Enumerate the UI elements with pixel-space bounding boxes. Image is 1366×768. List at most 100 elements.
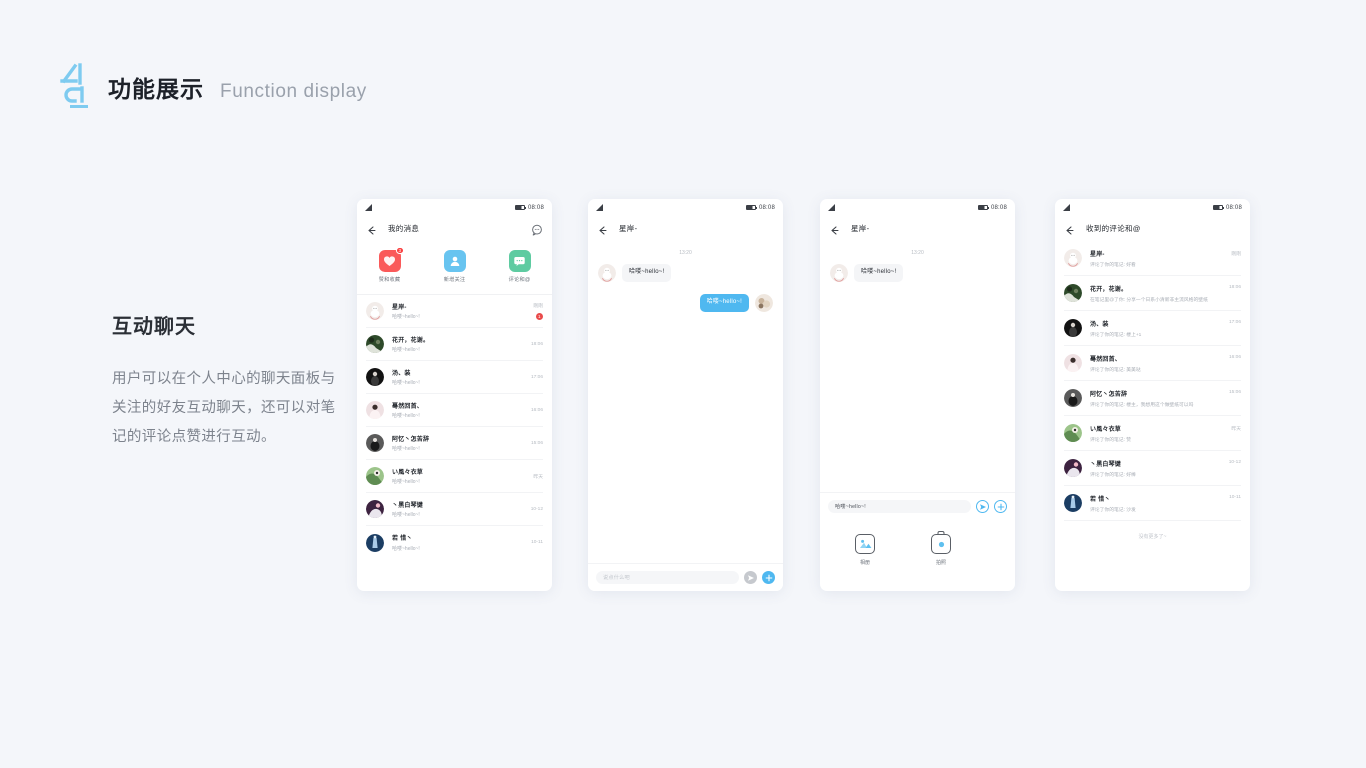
comment-text: 评论了你的笔记: 美美哒: [1090, 368, 1141, 373]
entry-icon-row: 3 赞和收藏 新增关注 评论和@: [357, 241, 552, 294]
comment-text: 在笔记里@了你: 分享一个日系小清新非主流风格的壁纸: [1090, 298, 1208, 303]
contact-name: 花开，花谢。: [392, 337, 430, 344]
list-item[interactable]: い風々衣草 评论了你的笔记: 赞 昨天: [1064, 416, 1241, 451]
list-item[interactable]: 花开，花谢。 在笔记里@了你: 分享一个日系小清新非主流风格的壁纸 18:06: [1064, 276, 1241, 311]
list-item[interactable]: 蓦然回首、 评论了你的笔记: 美美哒 16:06: [1064, 346, 1241, 381]
list-item[interactable]: 阿忆丶怎苦辞 哈喽~hello~! 15:06: [366, 427, 543, 460]
feature-title: 互动聊天: [112, 316, 196, 338]
list-item[interactable]: 星岸- 哈喽~hello~! 刚刚 1: [366, 295, 543, 328]
back-arrow-icon[interactable]: [366, 223, 377, 235]
contact-preview: 哈喽~hello~!: [392, 479, 420, 486]
list-item[interactable]: 若 惜丶 评论了你的笔记: 沙发 10-11: [1064, 486, 1241, 521]
commenter-name: 花开，花谢。: [1090, 287, 1128, 293]
chat-message-incoming: 哈喽~hello~!: [820, 264, 1015, 282]
avatar: [1064, 249, 1082, 267]
comment-text: 评论了你的笔记: 楼上+1: [1090, 333, 1142, 338]
entry-label: 评论和@: [508, 277, 531, 283]
attach-label: 相册: [859, 560, 870, 566]
person-icon: [443, 250, 466, 272]
signal-icon: [365, 204, 373, 211]
plus-icon[interactable]: [994, 500, 1007, 513]
nav-bar: 星岸-: [588, 216, 783, 241]
avatar: [1064, 494, 1082, 512]
nav-bar: 星岸-: [820, 216, 1015, 241]
page-subtitle: Function display: [220, 81, 367, 102]
list-item[interactable]: 星岸- 评论了你的笔记: 好看 刚刚: [1064, 241, 1241, 276]
no-more-label: 没有更多了~: [1138, 534, 1167, 540]
avatar: [366, 467, 384, 485]
battery-icon: [745, 205, 757, 210]
chat-input[interactable]: 说点什么吧: [596, 571, 739, 584]
list-item[interactable]: 丶黑白琴键 哈喽~hello~! 10-12: [366, 493, 543, 526]
list-item[interactable]: 蓦然回首、 哈喽~hello~! 16:06: [366, 394, 543, 427]
avatar: [366, 533, 384, 552]
avatar: [1064, 284, 1082, 302]
list-item[interactable]: 阿忆丶怎苦辞 评论了你的笔记: 楼主，我想用这个做壁纸可以吗 15:06: [1064, 381, 1241, 416]
entry-comments[interactable]: 评论和@: [487, 250, 552, 283]
list-item[interactable]: 汤、装 哈喽~hello~! 17:06: [366, 361, 543, 394]
list-item[interactable]: 花开，花谢。 哈喽~hello~! 18:06: [366, 328, 543, 361]
contact-preview: 哈喽~hello~!: [392, 347, 420, 354]
avatar: [1064, 389, 1082, 407]
chat-timestamp: 13:20: [679, 250, 692, 256]
heart-icon: 3: [378, 247, 404, 272]
message-time: 刚刚: [533, 304, 543, 309]
send-icon[interactable]: [976, 500, 989, 513]
signal-icon: [1063, 204, 1071, 211]
contact-name: 丶黑白琴键: [392, 502, 424, 509]
chat-input[interactable]: 哈喽~hello~!: [828, 500, 971, 513]
avatar: [1064, 354, 1082, 372]
back-arrow-icon[interactable]: [829, 223, 840, 235]
nav-title: 我的消息: [388, 224, 420, 233]
message-time: 昨天: [533, 474, 543, 480]
smiley-chat-icon[interactable]: [531, 223, 543, 235]
status-time: 08:08: [527, 204, 544, 211]
message-time: 16:06: [530, 407, 543, 413]
plus-icon[interactable]: [762, 571, 775, 584]
comment-text: 评论了你的笔记: 楼主，我想用这个做壁纸可以吗: [1090, 403, 1194, 408]
back-arrow-icon[interactable]: [597, 223, 608, 235]
chat-input-bar: 哈喽~hello~!: [820, 492, 1015, 520]
page-title: 功能展示: [108, 76, 204, 102]
list-item[interactable]: 丶黑白琴键 评论了你的笔记: 好棒 10-12: [1064, 451, 1241, 486]
phone-screen-chat-attachments: 08:08 星岸- 13:20 哈喽~hello~! 哈喽~hello~! 相册…: [820, 199, 1015, 591]
comment-icon: [508, 250, 531, 272]
phone-screen-chat: 08:08 星岸- 13:20 哈喽~hello~! 哈喽~hello~! 说点…: [588, 199, 783, 591]
avatar: [366, 500, 384, 518]
page-header: 功能展示 Function display: [58, 60, 367, 108]
comment-list: 星岸- 评论了你的笔记: 好看 刚刚 花开，花谢。 在笔记里@了你: 分享一个日…: [1055, 241, 1250, 552]
status-bar: 08:08: [357, 199, 552, 216]
list-item[interactable]: 汤、装 评论了你的笔记: 楼上+1 17:06: [1064, 311, 1241, 346]
status-bar: 08:08: [820, 199, 1015, 216]
commenter-name: 汤、装: [1090, 322, 1109, 328]
entry-label: 新增关注: [443, 277, 466, 283]
comment-text: 评论了你的笔记: 沙发: [1090, 508, 1136, 513]
commenter-name: 星岸-: [1090, 252, 1105, 258]
attach-album[interactable]: 相册: [834, 534, 896, 591]
contact-name: 星岸-: [392, 304, 407, 311]
chat-bubble: 哈喽~hello~!: [854, 264, 904, 282]
avatar: [598, 264, 616, 282]
contact-name: 若 惜丶: [392, 536, 413, 543]
avatar: [366, 401, 384, 419]
back-arrow-icon[interactable]: [1064, 223, 1075, 235]
list-item[interactable]: い風々衣草 哈喽~hello~! 昨天: [366, 460, 543, 493]
status-time: 08:08: [990, 204, 1007, 211]
contact-name: 阿忆丶怎苦辞: [392, 436, 430, 443]
battery-icon: [1212, 205, 1224, 210]
nav-bar: 收到的评论和@: [1055, 216, 1250, 241]
entry-likes[interactable]: 3 赞和收藏: [357, 247, 422, 283]
commenter-name: 阿忆丶怎苦辞: [1090, 392, 1128, 398]
attach-camera[interactable]: 拍照: [910, 531, 972, 591]
message-time: 18:06: [530, 341, 543, 347]
message-time: 15:06: [530, 440, 543, 446]
phone-screen-comments: 08:08 收到的评论和@ 星岸- 评论了你的笔记: 好看 刚刚 花开，花谢。: [1055, 199, 1250, 591]
entry-follows[interactable]: 新增关注: [422, 250, 487, 283]
avatar: [1064, 459, 1082, 477]
list-item[interactable]: 若 惜丶 哈喽~hello~! 10-11: [366, 526, 543, 559]
comment-time: 刚刚: [1231, 252, 1241, 257]
send-icon[interactable]: [744, 571, 757, 584]
signal-icon: [596, 204, 604, 211]
nav-title: 星岸-: [851, 224, 870, 233]
brand-logo-icon: [58, 60, 98, 108]
